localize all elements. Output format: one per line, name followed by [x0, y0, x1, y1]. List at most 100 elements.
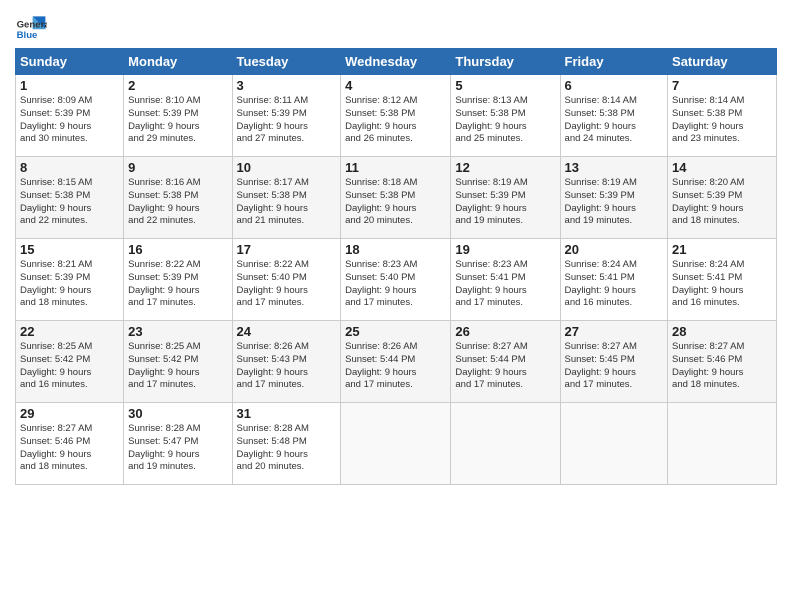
page: General Blue SundayMondayTuesdayWednesda…	[0, 0, 792, 495]
cell-content: Sunrise: 8:12 AM Sunset: 5:38 PM Dayligh…	[345, 95, 446, 146]
day-number: 22	[20, 324, 119, 339]
day-number: 23	[128, 324, 227, 339]
cell-content: Sunrise: 8:24 AM Sunset: 5:41 PM Dayligh…	[672, 259, 772, 310]
cell-content: Sunrise: 8:14 AM Sunset: 5:38 PM Dayligh…	[672, 95, 772, 146]
calendar-cell: 13 Sunrise: 8:19 AM Sunset: 5:39 PM Dayli…	[560, 157, 668, 239]
calendar-cell: 4 Sunrise: 8:12 AM Sunset: 5:38 PM Daylig…	[341, 75, 451, 157]
cell-content: Sunrise: 8:20 AM Sunset: 5:39 PM Dayligh…	[672, 177, 772, 228]
cell-content: Sunrise: 8:21 AM Sunset: 5:39 PM Dayligh…	[20, 259, 119, 310]
cell-content: Sunrise: 8:27 AM Sunset: 5:46 PM Dayligh…	[672, 341, 772, 392]
calendar-table: SundayMondayTuesdayWednesdayThursdayFrid…	[15, 48, 777, 485]
day-number: 18	[345, 242, 446, 257]
cell-content: Sunrise: 8:19 AM Sunset: 5:39 PM Dayligh…	[565, 177, 664, 228]
calendar-cell: 26Sunrise: 8:27 AM Sunset: 5:44 PM Dayli…	[451, 321, 560, 403]
calendar-cell	[341, 403, 451, 485]
calendar-cell: 14 Sunrise: 8:20 AM Sunset: 5:39 PM Dayli…	[668, 157, 777, 239]
day-header-sunday: Sunday	[16, 49, 124, 75]
cell-content: Sunrise: 8:10 AM Sunset: 5:39 PM Dayligh…	[128, 95, 227, 146]
calendar-cell: 22 Sunrise: 8:25 AM Sunset: 5:42 PM Dayli…	[16, 321, 124, 403]
day-header-tuesday: Tuesday	[232, 49, 341, 75]
cell-content: Sunrise: 8:23 AM Sunset: 5:41 PM Dayligh…	[455, 259, 555, 310]
day-number: 25	[345, 324, 446, 339]
cell-content: Sunrise: 8:27 AM Sunset: 5:46 PM Dayligh…	[20, 423, 119, 474]
day-number: 20	[565, 242, 664, 257]
day-number: 31	[237, 406, 337, 421]
cell-content: Sunrise: 8:11 AM Sunset: 5:39 PM Dayligh…	[237, 95, 337, 146]
day-number: 16	[128, 242, 227, 257]
calendar-cell: 6 Sunrise: 8:14 AM Sunset: 5:38 PM Daylig…	[560, 75, 668, 157]
day-number: 6	[565, 78, 664, 93]
cell-content: Sunrise: 8:09 AM Sunset: 5:39 PM Dayligh…	[20, 95, 119, 146]
cell-content: Sunrise: 8:14 AM Sunset: 5:38 PM Dayligh…	[565, 95, 664, 146]
calendar-cell: 8 Sunrise: 8:15 AM Sunset: 5:38 PM Daylig…	[16, 157, 124, 239]
calendar-cell	[560, 403, 668, 485]
svg-text:Blue: Blue	[17, 30, 38, 41]
cell-content: Sunrise: 8:13 AM Sunset: 5:38 PM Dayligh…	[455, 95, 555, 146]
day-number: 14	[672, 160, 772, 175]
calendar-cell: 17 Sunrise: 8:22 AM Sunset: 5:40 PM Dayli…	[232, 239, 341, 321]
calendar-cell: 24Sunrise: 8:26 AM Sunset: 5:43 PM Dayli…	[232, 321, 341, 403]
calendar-cell: 7 Sunrise: 8:14 AM Sunset: 5:38 PM Daylig…	[668, 75, 777, 157]
day-number: 9	[128, 160, 227, 175]
logo-icon: General Blue	[15, 10, 47, 42]
calendar-cell: 12 Sunrise: 8:19 AM Sunset: 5:39 PM Dayli…	[451, 157, 560, 239]
day-number: 4	[345, 78, 446, 93]
cell-content: Sunrise: 8:25 AM Sunset: 5:42 PM Dayligh…	[20, 341, 119, 392]
calendar-header-row: SundayMondayTuesdayWednesdayThursdayFrid…	[16, 49, 777, 75]
day-number: 2	[128, 78, 227, 93]
day-header-wednesday: Wednesday	[341, 49, 451, 75]
calendar-cell: 30Sunrise: 8:28 AM Sunset: 5:47 PM Dayli…	[124, 403, 232, 485]
calendar-week-2: 8 Sunrise: 8:15 AM Sunset: 5:38 PM Daylig…	[16, 157, 777, 239]
calendar-week-4: 22 Sunrise: 8:25 AM Sunset: 5:42 PM Dayli…	[16, 321, 777, 403]
logo: General Blue	[15, 10, 47, 42]
calendar-cell: 15 Sunrise: 8:21 AM Sunset: 5:39 PM Dayli…	[16, 239, 124, 321]
day-number: 27	[565, 324, 664, 339]
calendar-cell: 16Sunrise: 8:22 AM Sunset: 5:39 PM Dayli…	[124, 239, 232, 321]
calendar-cell: 18Sunrise: 8:23 AM Sunset: 5:40 PM Dayli…	[341, 239, 451, 321]
day-number: 12	[455, 160, 555, 175]
cell-content: Sunrise: 8:25 AM Sunset: 5:42 PM Dayligh…	[128, 341, 227, 392]
day-header-monday: Monday	[124, 49, 232, 75]
calendar-cell: 10Sunrise: 8:17 AM Sunset: 5:38 PM Dayli…	[232, 157, 341, 239]
day-number: 7	[672, 78, 772, 93]
cell-content: Sunrise: 8:19 AM Sunset: 5:39 PM Dayligh…	[455, 177, 555, 228]
calendar-cell: 25 Sunrise: 8:26 AM Sunset: 5:44 PM Dayli…	[341, 321, 451, 403]
svg-text:General: General	[17, 20, 47, 31]
cell-content: Sunrise: 8:22 AM Sunset: 5:40 PM Dayligh…	[237, 259, 337, 310]
calendar-cell: 3 Sunrise: 8:11 AM Sunset: 5:39 PM Daylig…	[232, 75, 341, 157]
cell-content: Sunrise: 8:26 AM Sunset: 5:44 PM Dayligh…	[345, 341, 446, 392]
day-number: 3	[237, 78, 337, 93]
cell-content: Sunrise: 8:24 AM Sunset: 5:41 PM Dayligh…	[565, 259, 664, 310]
day-header-friday: Friday	[560, 49, 668, 75]
day-number: 30	[128, 406, 227, 421]
calendar-cell: 27Sunrise: 8:27 AM Sunset: 5:45 PM Dayli…	[560, 321, 668, 403]
calendar-cell: 1 Sunrise: 8:09 AM Sunset: 5:39 PM Daylig…	[16, 75, 124, 157]
calendar-cell: 23 Sunrise: 8:25 AM Sunset: 5:42 PM Dayli…	[124, 321, 232, 403]
day-number: 17	[237, 242, 337, 257]
cell-content: Sunrise: 8:18 AM Sunset: 5:38 PM Dayligh…	[345, 177, 446, 228]
day-number: 19	[455, 242, 555, 257]
calendar-cell: 20 Sunrise: 8:24 AM Sunset: 5:41 PM Dayli…	[560, 239, 668, 321]
day-header-saturday: Saturday	[668, 49, 777, 75]
calendar-cell: 11Sunrise: 8:18 AM Sunset: 5:38 PM Dayli…	[341, 157, 451, 239]
cell-content: Sunrise: 8:26 AM Sunset: 5:43 PM Dayligh…	[237, 341, 337, 392]
day-number: 13	[565, 160, 664, 175]
calendar-cell	[451, 403, 560, 485]
day-number: 10	[237, 160, 337, 175]
cell-content: Sunrise: 8:15 AM Sunset: 5:38 PM Dayligh…	[20, 177, 119, 228]
day-number: 28	[672, 324, 772, 339]
day-header-thursday: Thursday	[451, 49, 560, 75]
day-number: 5	[455, 78, 555, 93]
calendar-week-3: 15 Sunrise: 8:21 AM Sunset: 5:39 PM Dayli…	[16, 239, 777, 321]
calendar-cell: 19 Sunrise: 8:23 AM Sunset: 5:41 PM Dayli…	[451, 239, 560, 321]
calendar-cell: 29 Sunrise: 8:27 AM Sunset: 5:46 PM Dayli…	[16, 403, 124, 485]
cell-content: Sunrise: 8:16 AM Sunset: 5:38 PM Dayligh…	[128, 177, 227, 228]
calendar-week-5: 29 Sunrise: 8:27 AM Sunset: 5:46 PM Dayli…	[16, 403, 777, 485]
day-number: 26	[455, 324, 555, 339]
day-number: 29	[20, 406, 119, 421]
day-number: 1	[20, 78, 119, 93]
day-number: 15	[20, 242, 119, 257]
calendar-week-1: 1 Sunrise: 8:09 AM Sunset: 5:39 PM Daylig…	[16, 75, 777, 157]
day-number: 8	[20, 160, 119, 175]
header: General Blue	[15, 10, 777, 42]
